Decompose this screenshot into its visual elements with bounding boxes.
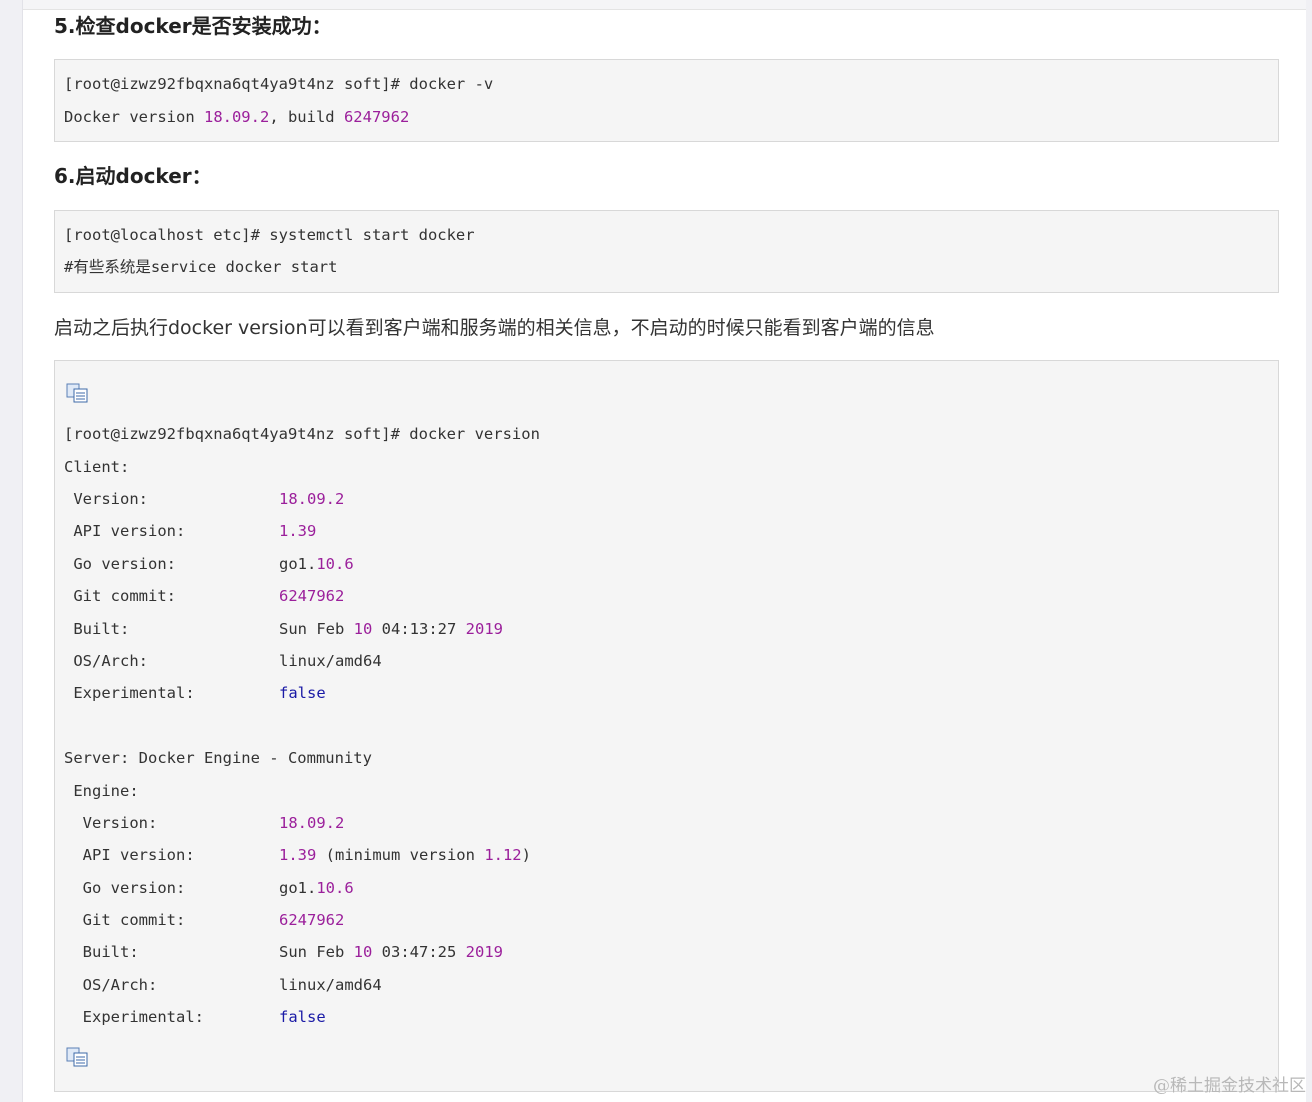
code-line: API version: [64, 846, 195, 864]
code-line: Built: [64, 943, 139, 961]
code-line: Version: [64, 490, 148, 508]
code-value: Sun Feb 10 04:13:27 2019 [279, 620, 503, 638]
watermark: @稀土掘金技术社区 [1153, 1076, 1306, 1096]
code-line: [root@izwz92fbqxna6qt4ya9t4nz soft]# doc… [64, 75, 494, 93]
code-line: Experimental: [64, 1008, 204, 1026]
code-block-docker-v[interactable]: [root@izwz92fbqxna6qt4ya9t4nz soft]# doc… [54, 59, 1279, 142]
copy-code-icon[interactable] [66, 1047, 90, 1067]
code-line: Server: Docker Engine - Community [64, 749, 372, 767]
code-value: go1.10.6 [279, 879, 354, 897]
code-line: Experimental: [64, 684, 195, 702]
code-value: linux/amd64 [279, 976, 382, 994]
code-value: 18.09.2 [279, 814, 345, 832]
code-line: Git commit: [64, 911, 186, 929]
code-value: linux/amd64 [279, 652, 382, 670]
code-line: [root@localhost etc]# systemctl start do… [64, 226, 475, 244]
code-line: Version: [64, 814, 158, 832]
step6-heading: 6.启动docker： [54, 164, 212, 188]
step5-heading: 5.检查docker是否安装成功： [54, 14, 332, 38]
left-sidebar-gutter [0, 0, 23, 1102]
code-line: Docker version 18.09.2, build 6247962 [64, 108, 410, 126]
copy-code-icon[interactable] [66, 383, 90, 403]
code-value: 18.09.2 [279, 490, 345, 508]
code-line: Git commit: [64, 587, 176, 605]
code-line: OS/Arch: [64, 652, 148, 670]
code-value: 6247962 [279, 911, 345, 929]
code-value: 6247962 [279, 587, 345, 605]
code-block-docker-version[interactable]: [root@izwz92fbqxna6qt4ya9t4nz soft]# doc… [54, 360, 1279, 1092]
code-line: #有些系统是service docker start [64, 258, 338, 276]
description-paragraph: 启动之后执行docker version可以看到客户端和服务端的相关信息，不启动… [54, 317, 935, 339]
code-block-start-docker[interactable]: [root@localhost etc]# systemctl start do… [54, 210, 1279, 293]
code-value: go1.10.6 [279, 555, 354, 573]
code-line: API version: [64, 522, 186, 540]
code-line: Built: [64, 620, 130, 638]
code-line: OS/Arch: [64, 976, 158, 994]
code-value: 1.39 [279, 522, 317, 540]
code-value: false [279, 684, 326, 702]
code-line: Engine: [64, 782, 139, 800]
right-scroll-gutter [1306, 0, 1312, 1102]
top-border [0, 0, 1312, 10]
code-value: 1.39 (minimum version 1.12) [279, 846, 531, 864]
code-line: Client: [64, 458, 130, 476]
code-line: Go version: [64, 879, 186, 897]
code-value: Sun Feb 10 03:47:25 2019 [279, 943, 503, 961]
code-line: Go version: [64, 555, 176, 573]
code-line: [root@izwz92fbqxna6qt4ya9t4nz soft]# doc… [64, 425, 540, 443]
code-value: false [279, 1008, 326, 1026]
